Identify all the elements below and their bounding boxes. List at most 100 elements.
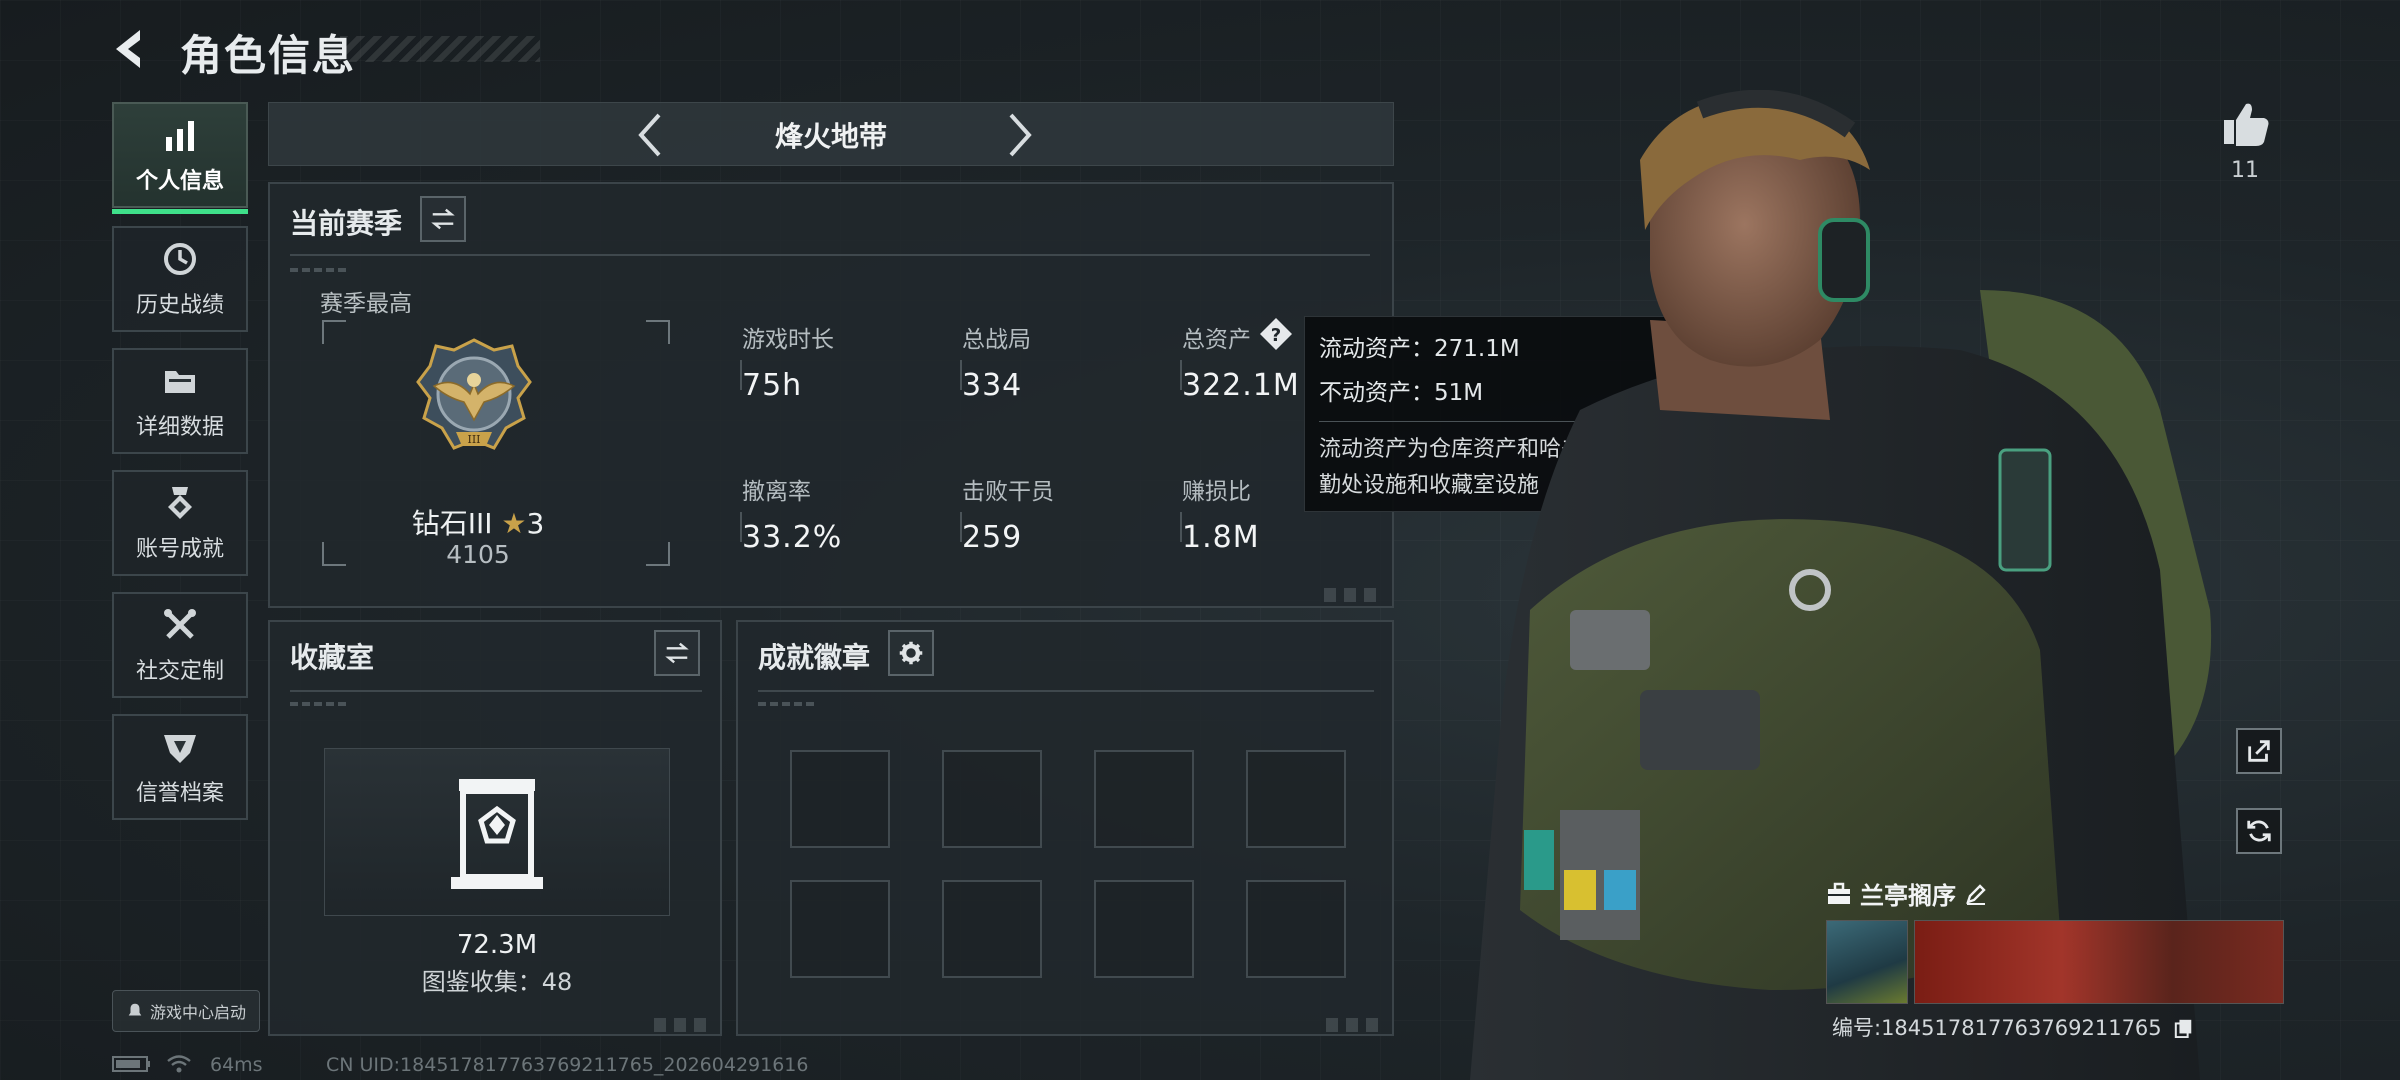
divider (290, 254, 1370, 256)
back-arrow-icon (116, 30, 140, 68)
battery-icon (112, 1054, 152, 1079)
stat-play-time: 游戏时长 75h (742, 327, 834, 403)
chevron-right-icon (1009, 113, 1032, 157)
svg-text:?: ? (1271, 325, 1281, 346)
page-title: 角色信息 (180, 31, 357, 80)
shield-wing-icon (164, 735, 196, 763)
history-clock-icon (164, 243, 196, 275)
decoration (1322, 1018, 1380, 1032)
mode-name: 烽火地带 (774, 120, 887, 153)
next-mode-button[interactable] (993, 109, 1043, 161)
divider (290, 690, 702, 692)
asset-help-button[interactable]: ? (1258, 316, 1294, 352)
collection-count: 图鉴收集：48 (421, 968, 573, 996)
divider (1180, 360, 1182, 390)
share-icon (2248, 740, 2270, 762)
rank-star-icon: ★ (501, 507, 527, 540)
divider (758, 690, 1374, 692)
refresh-icon (2247, 820, 2271, 842)
badge-slot[interactable] (1246, 880, 1346, 978)
stat-profit-ratio: 赚损比 1.8M (1182, 479, 1260, 555)
frame-corner (646, 320, 670, 344)
sidebar-item-label: 账号成就 (135, 537, 224, 562)
svg-text:III: III (467, 433, 480, 446)
divider (740, 512, 742, 542)
sidebar-item-social[interactable]: 社交定制 (112, 592, 248, 698)
stat-operators-killed: 击败干员 259 (962, 479, 1054, 555)
decoration (290, 702, 350, 706)
rank-label: 钻石III ★3 (368, 502, 588, 542)
badge-slot[interactable] (942, 750, 1042, 848)
decoration (758, 702, 818, 706)
rank-emblem-icon: III (416, 338, 532, 450)
badge-slot[interactable] (1094, 750, 1194, 848)
sidebar-item-details[interactable]: 详细数据 (112, 348, 248, 454)
banner-card[interactable] (1914, 920, 2284, 1004)
like-count: 11 (2231, 158, 2259, 183)
divider (740, 360, 742, 390)
achievements-title: 成就徽章 (758, 641, 871, 674)
sidebar-item-history[interactable]: 历史战绩 (112, 226, 248, 332)
season-title: 当前赛季 (290, 207, 403, 240)
swap-icon (665, 642, 689, 664)
divider (960, 512, 962, 542)
game-center-launch-button[interactable]: 游戏中心启动 (112, 990, 260, 1032)
sidebar-item-reputation[interactable]: 信誉档案 (112, 714, 248, 820)
decoration (1320, 588, 1378, 602)
decoration (650, 1018, 708, 1032)
briefcase-icon (1828, 882, 1850, 904)
divider (960, 360, 962, 390)
avatar-card[interactable] (1826, 920, 1908, 1004)
folder-icon (165, 371, 195, 393)
like-button[interactable] (2218, 96, 2274, 152)
achievements-settings-button[interactable] (888, 630, 934, 676)
uid-text: CN UID:1845178177637692117​65_2026042916… (326, 1054, 809, 1076)
bell-icon (128, 1003, 142, 1016)
vault-display-icon (451, 779, 543, 889)
stat-total-matches: 总战局 334 (962, 327, 1031, 403)
sidebar-item-achievements[interactable]: 账号成就 (112, 470, 248, 576)
badge-slot[interactable] (790, 750, 890, 848)
achievements-panel: 成就徽章 (736, 620, 1394, 1036)
sidebar-item-label: 详细数据 (135, 415, 224, 440)
badge-slot[interactable] (942, 880, 1042, 978)
player-serial: 编号:1845178177637692117​65 (1832, 1012, 2194, 1042)
refresh-button[interactable] (2236, 808, 2282, 854)
season-switch-button[interactable] (420, 196, 466, 242)
badge-slot[interactable] (1094, 880, 1194, 978)
collection-title: 收藏室 (290, 641, 375, 674)
decoration (290, 268, 350, 272)
sidebar-item-label: 信誉档案 (135, 781, 224, 806)
stat-extract-rate: 撤离率 33.2% (742, 479, 843, 555)
rank-stars: 3 (526, 507, 545, 540)
copy-icon[interactable] (2174, 1018, 2194, 1039)
season-best-label: 赛季最高 (320, 291, 412, 317)
collection-value: 72.3M (456, 930, 538, 960)
collection-preview[interactable] (324, 748, 670, 916)
rank-points: 4105 (446, 540, 510, 569)
rank-name: 钻石III (411, 507, 493, 540)
thumbs-up-icon (2224, 103, 2269, 146)
share-button[interactable] (2236, 728, 2282, 774)
edit-pencil-icon[interactable] (1964, 882, 1988, 906)
player-name-tag: 兰亭搁序 (1826, 876, 1988, 911)
player-name: 兰亭搁序 (1860, 882, 1956, 910)
medal-icon (168, 487, 192, 519)
question-diamond-icon: ? (1260, 318, 1292, 350)
season-panel: 当前赛季 赛季最高 III 钻石III ★3 4105 游戏时长 75h 总战局… (268, 182, 1394, 608)
badge-slot[interactable] (1246, 750, 1346, 848)
collection-switch-button[interactable] (654, 630, 700, 676)
tools-icon (164, 609, 196, 639)
sidebar-item-label: 社交定制 (135, 659, 224, 684)
frame-corner (322, 320, 346, 344)
screen-root: { "header": { "title": "角色信息" }, "sideba… (0, 0, 2400, 1080)
badge-slot[interactable] (790, 880, 890, 978)
title-decoration (340, 36, 540, 62)
back-button[interactable] (110, 26, 152, 72)
ping-text: 64ms (210, 1054, 263, 1076)
sidebar-item-profile[interactable]: 个人信息 (112, 102, 248, 214)
mode-selector: 烽火地带 (268, 102, 1394, 166)
sidebar-item-label: 历史战绩 (135, 293, 224, 318)
swap-icon (431, 208, 455, 230)
wifi-icon (166, 1054, 192, 1079)
